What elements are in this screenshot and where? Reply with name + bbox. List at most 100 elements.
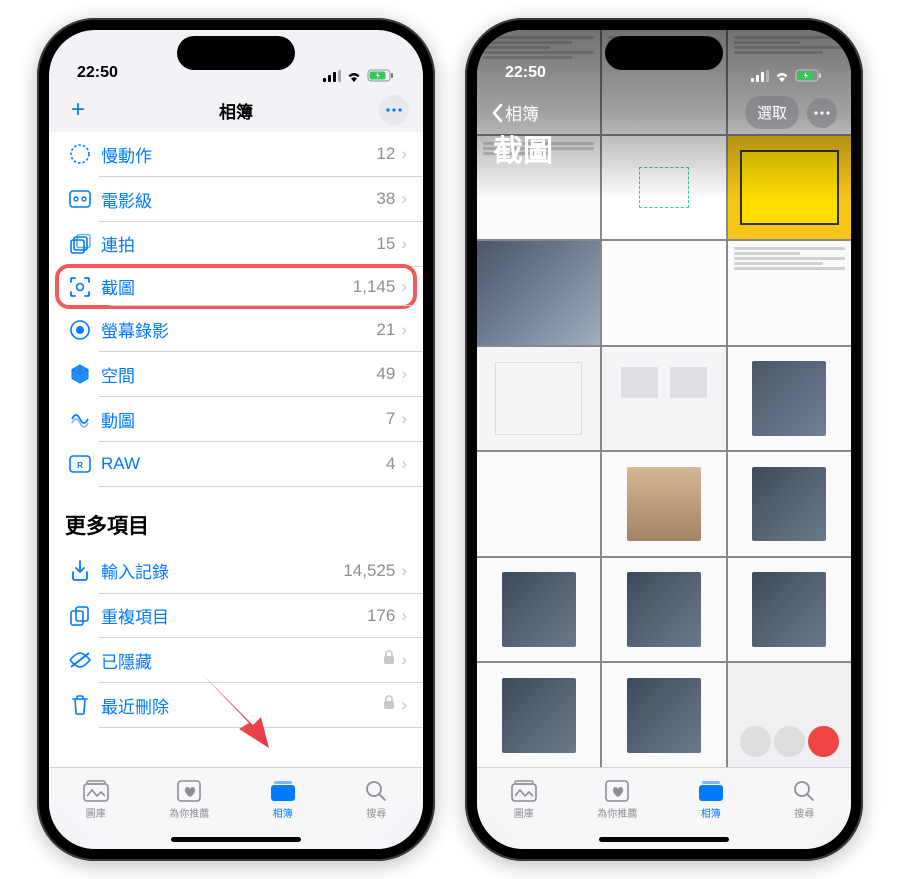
phone-right: 22:50 相簿 選取 截圖 [465,18,863,861]
phone-left: 22:50 + 相簿 慢動作 [37,18,435,861]
svg-text:R: R [77,461,83,470]
chevron-left-icon [491,103,503,123]
row-count: 21 [376,320,395,340]
row-spatial[interactable]: 空間 49 › [49,352,423,397]
row-label: 慢動作 [101,142,376,167]
battery-icon [367,69,395,82]
dynamic-island [177,36,295,70]
thumbnail[interactable] [602,241,725,345]
row-label: 重複項目 [101,603,367,628]
cellular-icon [323,70,341,82]
lock-icon [383,695,395,715]
trash-icon [65,694,95,716]
add-button[interactable]: + [63,96,93,124]
burst-icon [65,234,95,254]
row-animated[interactable]: 動圖 7 › [49,397,423,442]
row-count: 15 [376,234,395,254]
album-title: 截圖 [493,126,553,170]
select-button[interactable]: 選取 [745,96,799,129]
row-count: 1,145 [353,277,396,297]
thumbnail[interactable] [728,347,851,451]
more-button[interactable] [807,98,837,128]
thumbnail[interactable] [602,558,725,662]
row-screenshots-highlighted[interactable]: 截圖 1,145 › [55,264,417,309]
row-label: 連拍 [101,231,376,256]
row-hidden[interactable]: 已隱藏 › [49,638,423,683]
thumbnail[interactable] [728,452,851,556]
home-indicator[interactable] [171,837,301,842]
row-duplicates[interactable]: 重複項目 176 › [49,593,423,638]
chevron-right-icon: › [401,189,407,209]
page-title: 相簿 [49,98,423,123]
tab-library[interactable]: 圖庫 [49,768,143,831]
raw-icon: R [65,455,95,473]
search-icon [790,779,818,803]
row-label: 動圖 [101,407,386,432]
screenshot-icon [65,276,95,298]
screenshot-grid-view[interactable]: 22:50 相簿 選取 截圖 [477,30,851,767]
foryou-icon [603,779,631,803]
row-label: 截圖 [101,274,353,299]
row-label: 電影級 [101,187,376,212]
thumbnail[interactable] [477,663,600,767]
import-icon [65,560,95,582]
thumbnail[interactable] [477,558,600,662]
tab-label: 為你推薦 [169,805,209,820]
chevron-right-icon: › [401,320,407,340]
chevron-right-icon: › [401,409,407,429]
thumbnail[interactable] [728,663,851,767]
thumbnail[interactable] [477,241,600,345]
row-screenrecord[interactable]: 螢幕錄影 21 › [49,307,423,352]
chevron-right-icon: › [401,364,407,384]
tab-foryou[interactable]: 為你推薦 [571,768,665,831]
back-button[interactable]: 相簿 [491,100,539,125]
tab-label: 圖庫 [514,805,534,820]
thumbnail[interactable] [728,136,851,240]
thumbnail[interactable] [728,558,851,662]
screenrecord-icon [65,319,95,341]
tab-label: 搜尋 [794,805,814,820]
cinematic-icon [65,190,95,208]
tab-label: 相簿 [701,805,721,820]
row-cinematic[interactable]: 電影級 38 › [49,177,423,222]
row-burst[interactable]: 連拍 15 › [49,222,423,267]
thumbnail[interactable] [477,347,600,451]
thumbnail[interactable] [602,452,725,556]
more-button[interactable] [379,95,409,125]
home-indicator[interactable] [599,837,729,842]
back-label: 相簿 [505,100,539,125]
thumbnail[interactable] [602,663,725,767]
row-slowmo[interactable]: 慢動作 12 › [49,132,423,177]
row-count: 4 [386,454,395,474]
album-list[interactable]: 慢動作 12 › 電影級 38 › 連拍 15 › 截圖 1,145 › [49,132,423,767]
row-label: 空間 [101,362,376,387]
albums-icon [697,779,725,803]
tab-library[interactable]: 圖庫 [477,768,571,831]
row-label: RAW [101,454,386,474]
foryou-icon [175,779,203,803]
tab-label: 相簿 [273,805,293,820]
duplicate-icon [65,605,95,627]
chevron-right-icon: › [401,606,407,626]
tab-label: 為你推薦 [597,805,637,820]
tab-albums[interactable]: 相簿 [236,768,330,831]
library-icon [510,779,538,803]
thumbnail[interactable] [602,347,725,451]
row-recently-deleted[interactable]: 最近刪除 › [49,683,423,728]
thumbnail[interactable] [602,136,725,240]
chevron-right-icon: › [401,561,407,581]
row-raw[interactable]: R RAW 4 › [49,442,423,487]
tab-search[interactable]: 搜尋 [758,768,852,831]
status-indicators [323,69,395,82]
library-icon [82,779,110,803]
tab-foryou[interactable]: 為你推薦 [143,768,237,831]
thumbnail[interactable] [477,452,600,556]
row-count: 14,525 [343,561,395,581]
thumbnail[interactable] [728,241,851,345]
wifi-icon [774,70,790,82]
row-count: 49 [376,364,395,384]
tab-label: 圖庫 [86,805,106,820]
tab-search[interactable]: 搜尋 [330,768,424,831]
tab-albums[interactable]: 相簿 [664,768,758,831]
row-imports[interactable]: 輸入記錄 14,525 › [49,548,423,593]
